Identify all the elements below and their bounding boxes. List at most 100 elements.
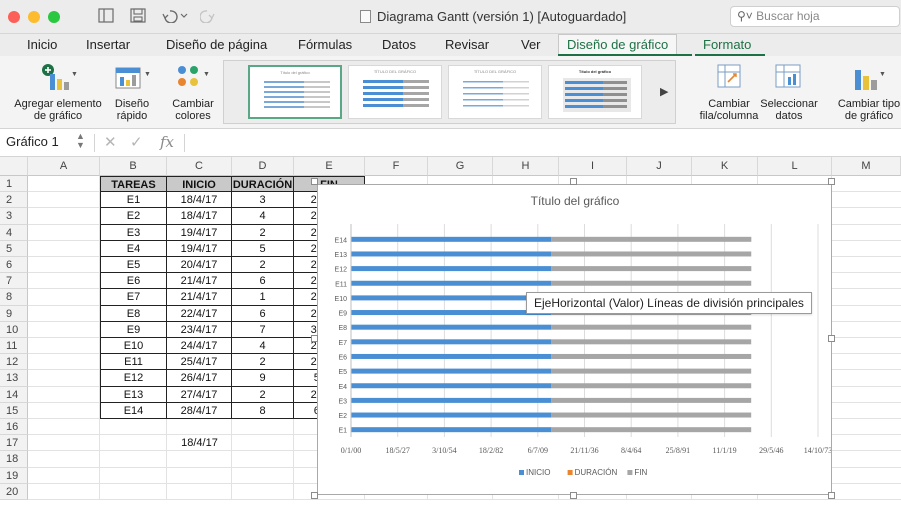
row-header-5[interactable]: 5: [0, 240, 28, 257]
table-cell[interactable]: 18/4/17: [167, 192, 232, 209]
undo-icon[interactable]: [162, 8, 190, 27]
table-cell[interactable]: 25/4/17: [167, 354, 232, 371]
table-cell[interactable]: 19/4/17: [167, 240, 232, 257]
row-header-15[interactable]: 15: [0, 402, 28, 419]
table-cell[interactable]: E7: [100, 289, 167, 306]
table-cell[interactable]: 23/4/17: [167, 321, 232, 338]
table-cell[interactable]: 2: [232, 257, 294, 274]
tab-revisar[interactable]: Revisar: [445, 37, 489, 52]
chart-resize-handle[interactable]: [311, 492, 318, 499]
chart-resize-handle[interactable]: [311, 178, 318, 185]
chart-style-1[interactable]: Título del gráfico: [248, 65, 342, 119]
tab-insertar[interactable]: Insertar: [86, 37, 130, 52]
table-cell[interactable]: E10: [100, 338, 167, 355]
row-header-10[interactable]: 10: [0, 321, 28, 338]
table-cell[interactable]: E1: [100, 192, 167, 209]
select-data-button[interactable]: Seleccionar datos: [756, 62, 822, 122]
table-cell[interactable]: E8: [100, 305, 167, 322]
tab-formato[interactable]: Formato: [703, 37, 751, 52]
column-header-b[interactable]: B: [100, 157, 167, 176]
change-colors-button[interactable]: ▼ Cambiar colores: [168, 62, 218, 122]
column-header-j[interactable]: J: [627, 157, 692, 176]
row-header-18[interactable]: 18: [0, 451, 28, 468]
row-header-1[interactable]: 1: [0, 176, 28, 193]
chart-style-2[interactable]: TÍTULO DEL GRÁFICO: [348, 65, 442, 119]
add-chart-element-button[interactable]: ▼ Agregar elemento de gráfico: [6, 62, 110, 122]
table-cell[interactable]: 2: [232, 354, 294, 371]
search-sheet-input[interactable]: ⚲˅ Buscar hoja: [730, 6, 900, 27]
row-header-7[interactable]: 7: [0, 273, 28, 290]
table-cell[interactable]: 19/4/17: [167, 224, 232, 241]
column-header-l[interactable]: L: [758, 157, 832, 176]
chart-resize-handle[interactable]: [311, 335, 318, 342]
chart-resize-handle[interactable]: [828, 178, 835, 185]
gantt-chart[interactable]: Título del gráfico 0/1/00 18/5/27 3/10/54 18…: [317, 184, 832, 495]
column-header-d[interactable]: D: [232, 157, 294, 176]
table-cell[interactable]: E4: [100, 240, 167, 257]
chart-style-3[interactable]: TÍTULO DEL GRÁFICO: [448, 65, 542, 119]
table-cell[interactable]: 6: [232, 273, 294, 290]
tab-diseno-grafico[interactable]: Diseño de gráfico: [558, 34, 678, 56]
name-box[interactable]: Gráfico 1: [6, 134, 59, 149]
name-box-stepper-icon[interactable]: ▲ ▼: [76, 132, 85, 150]
table-cell[interactable]: E14: [100, 402, 167, 419]
tab-diseno-pagina[interactable]: Diseño de página: [166, 37, 267, 52]
quick-layout-button[interactable]: ▼ Diseño rápido: [108, 62, 156, 122]
table-cell[interactable]: E5: [100, 257, 167, 274]
tab-ver[interactable]: Ver: [521, 37, 541, 52]
column-header-c[interactable]: C: [167, 157, 232, 176]
table-cell[interactable]: 7: [232, 321, 294, 338]
chart-resize-handle[interactable]: [569, 492, 577, 499]
row-header-11[interactable]: 11: [0, 338, 28, 355]
column-header-a[interactable]: A: [28, 157, 100, 176]
table-cell[interactable]: 26/4/17: [167, 370, 232, 387]
column-header-i[interactable]: I: [559, 157, 627, 176]
row-header-9[interactable]: 9: [0, 305, 28, 322]
table-cell[interactable]: E12: [100, 370, 167, 387]
column-header-f[interactable]: F: [365, 157, 428, 176]
table-cell[interactable]: 20/4/17: [167, 257, 232, 274]
table-header-cell[interactable]: DURACIÓN: [232, 176, 294, 193]
confirm-icon[interactable]: ✓: [130, 133, 143, 151]
column-header-g[interactable]: G: [428, 157, 493, 176]
row-header-19[interactable]: 19: [0, 467, 28, 484]
row-header-13[interactable]: 13: [0, 370, 28, 387]
table-cell[interactable]: 4: [232, 338, 294, 355]
table-cell[interactable]: 22/4/17: [167, 305, 232, 322]
table-cell[interactable]: E13: [100, 386, 167, 403]
table-cell[interactable]: E6: [100, 273, 167, 290]
row-header-17[interactable]: 17: [0, 435, 28, 452]
row-header-4[interactable]: 4: [0, 224, 28, 241]
column-header-m[interactable]: M: [832, 157, 901, 176]
row-header-8[interactable]: 8: [0, 289, 28, 306]
table-cell[interactable]: 8: [232, 402, 294, 419]
table-cell[interactable]: 2: [232, 224, 294, 241]
row-header-3[interactable]: 3: [0, 208, 28, 225]
tab-inicio[interactable]: Inicio: [27, 37, 57, 52]
table-cell[interactable]: 3: [232, 192, 294, 209]
row-header-6[interactable]: 6: [0, 257, 28, 274]
row-header-12[interactable]: 12: [0, 354, 28, 371]
column-header-k[interactable]: K: [692, 157, 758, 176]
sidebar-icon[interactable]: [98, 8, 114, 27]
table-cell[interactable]: 21/4/17: [167, 273, 232, 290]
change-chart-type-button[interactable]: ▼ Cambiar tipo de gráfico: [834, 62, 901, 122]
table-cell[interactable]: 4: [232, 208, 294, 225]
column-header-h[interactable]: H: [493, 157, 559, 176]
save-icon[interactable]: [130, 8, 146, 27]
table-cell[interactable]: 6: [232, 305, 294, 322]
table-header-cell[interactable]: TAREAS: [100, 176, 167, 193]
table-cell[interactable]: 9: [232, 370, 294, 387]
column-header-e[interactable]: E: [294, 157, 365, 176]
table-cell[interactable]: E11: [100, 354, 167, 371]
table-header-cell[interactable]: INICIO: [167, 176, 232, 193]
tab-formulas[interactable]: Fórmulas: [298, 37, 352, 52]
table-cell[interactable]: 24/4/17: [167, 338, 232, 355]
minimize-window-button[interactable]: [28, 11, 40, 23]
cancel-icon[interactable]: ✕: [104, 133, 117, 151]
table-cell[interactable]: 18/4/17: [167, 208, 232, 225]
gallery-next-arrow-icon[interactable]: ▶: [660, 85, 668, 98]
table-cell[interactable]: 21/4/17: [167, 289, 232, 306]
table-cell[interactable]: 5: [232, 240, 294, 257]
table-cell[interactable]: E3: [100, 224, 167, 241]
